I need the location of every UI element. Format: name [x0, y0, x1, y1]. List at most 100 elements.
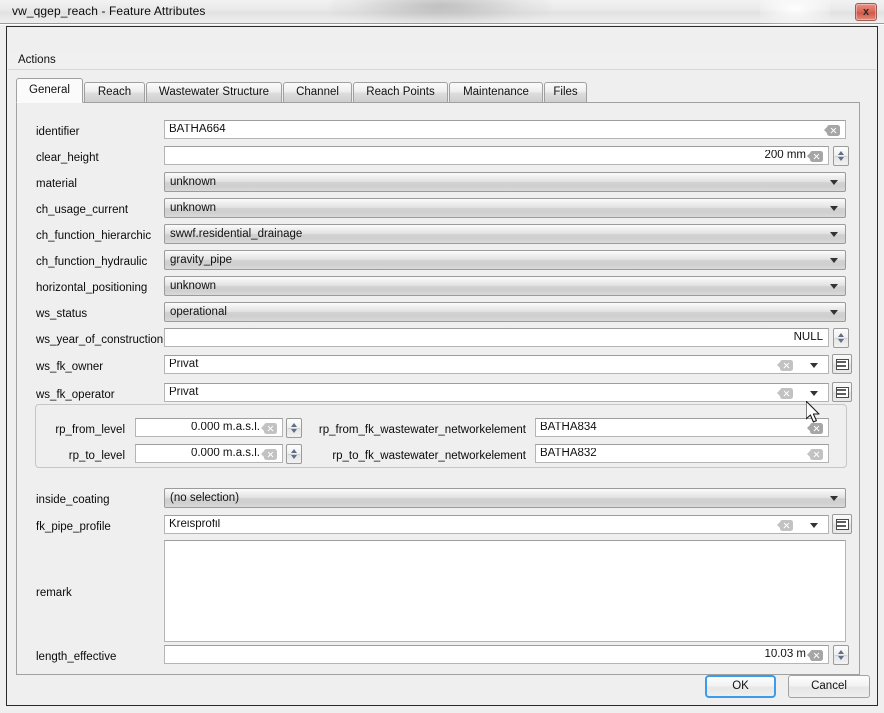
ws-fk-operator-input[interactable]: Privat — [164, 383, 829, 402]
label-clear-height: clear_height — [36, 152, 99, 164]
close-glyph: x — [862, 6, 870, 18]
tabbar: General Reach Wastewater Structure Chann… — [16, 78, 870, 103]
label-ws-year-of-construction: ws_year_of_construction — [36, 334, 164, 346]
menu-item-actions[interactable]: Actions — [14, 53, 60, 67]
ws-fk-owner-input[interactable]: Privat — [164, 355, 829, 374]
spinner-up-icon[interactable] — [837, 650, 844, 654]
clear-icon[interactable] — [806, 650, 823, 661]
identifier-input[interactable]: BATHA664 — [164, 120, 846, 139]
ws-fk-owner-value: Privat — [169, 359, 199, 370]
feature-attributes-window: vw_qgep_reach - Feature Attributes x Act… — [0, 0, 884, 713]
tab-reach[interactable]: Reach — [84, 82, 145, 102]
clear-icon[interactable] — [776, 360, 793, 371]
length-effective-spinner[interactable] — [833, 645, 849, 665]
window-title: vw_qgep_reach - Feature Attributes — [12, 4, 206, 18]
chevron-down-icon[interactable] — [810, 523, 818, 528]
ws-status-combobox[interactable]: operational — [164, 302, 846, 322]
length-effective-input[interactable]: 10.03 m — [164, 645, 829, 664]
clear-icon[interactable] — [806, 423, 823, 434]
rp-from-fk-wastewater-networkelement-value: BATHA834 — [540, 422, 597, 433]
spinner-down-icon[interactable] — [837, 656, 844, 660]
label-rp-to-fk-wastewater-networkelement: rp_to_fk_wastewater_networkelement — [332, 450, 526, 462]
fk-pipe-profile-value: Kreisprofil — [169, 519, 221, 530]
spinner-down-icon[interactable] — [837, 157, 844, 161]
inside-coating-combobox[interactable]: (no selection) — [164, 488, 846, 508]
material-value: unknown — [170, 176, 217, 188]
ws-year-of-construction-value: NULL — [793, 332, 823, 343]
spinner-up-icon[interactable] — [837, 151, 844, 155]
chevron-down-icon — [830, 232, 838, 237]
length-effective-value: 10.03 m — [764, 649, 806, 660]
rp-from-level-input[interactable]: 0.000 m.a.s.l. — [135, 418, 283, 437]
form-scroll-area: identifier BATHA664 clear_height 200 mm — [17, 103, 859, 674]
identifier-value: BATHA664 — [169, 124, 226, 135]
rp-to-fk-wastewater-networkelement-value: BATHA832 — [540, 448, 597, 459]
label-inside-coating: inside_coating — [36, 494, 110, 506]
spinner-up-icon[interactable] — [837, 333, 844, 337]
label-ws-status: ws_status — [36, 308, 88, 320]
label-identifier: identifier — [36, 126, 80, 138]
inside-coating-value: (no selection) — [170, 492, 240, 504]
spinner-down-icon[interactable] — [290, 429, 297, 433]
rp-to-level-input[interactable]: 0.000 m.a.s.l. — [135, 444, 283, 463]
rp-from-fk-wastewater-networkelement-input[interactable]: BATHA834 — [535, 418, 829, 437]
clear-height-spinner[interactable] — [833, 146, 849, 166]
tab-general[interactable]: General — [16, 78, 83, 103]
clear-icon[interactable] — [823, 125, 840, 136]
tab-page-general: identifier BATHA664 clear_height 200 mm — [16, 102, 860, 675]
tab-reach-points[interactable]: Reach Points — [353, 82, 448, 102]
horizontal-positioning-combobox[interactable]: unknown — [164, 276, 846, 296]
clear-icon[interactable] — [806, 151, 823, 162]
clear-height-input[interactable]: 200 mm — [164, 146, 829, 165]
horizontal-positioning-value: unknown — [170, 280, 217, 292]
ws-fk-owner-relation-form-icon[interactable] — [832, 354, 852, 374]
spinner-down-icon[interactable] — [837, 339, 844, 343]
ch-function-hydraulic-value: gravity_pipe — [170, 254, 233, 266]
ch-function-hierarchic-combobox[interactable]: swwf.residential_drainage — [164, 224, 846, 244]
ch-usage-current-combobox[interactable]: unknown — [164, 198, 846, 218]
clear-icon[interactable] — [260, 423, 277, 434]
ch-function-hierarchic-value: swwf.residential_drainage — [170, 228, 303, 240]
rp-from-level-value: 0.000 m.a.s.l. — [190, 422, 260, 433]
chevron-down-icon[interactable] — [810, 391, 818, 396]
label-length-effective: length_effective — [36, 651, 117, 663]
tab-channel[interactable]: Channel — [283, 82, 352, 102]
menubar: Actions — [8, 52, 876, 70]
material-combobox[interactable]: unknown — [164, 172, 846, 192]
ws-year-of-construction-input[interactable]: NULL — [164, 328, 829, 347]
label-material: material — [36, 178, 77, 190]
cancel-button[interactable]: Cancel — [788, 675, 870, 698]
fk-pipe-profile-input[interactable]: Kreisprofil — [164, 515, 829, 534]
rp-to-fk-wastewater-networkelement-input[interactable]: BATHA832 — [535, 444, 829, 463]
tab-files[interactable]: Files — [544, 82, 587, 102]
ws-fk-operator-relation-form-icon[interactable] — [832, 382, 852, 402]
rp-from-level-spinner[interactable] — [286, 418, 302, 438]
chevron-down-icon — [830, 258, 838, 263]
window-titlebar: vw_qgep_reach - Feature Attributes x — [0, 0, 884, 26]
clear-icon[interactable] — [260, 449, 277, 460]
spinner-down-icon[interactable] — [290, 455, 297, 459]
dialog-outer: Actions General Reach Wastewater Structu… — [0, 24, 884, 713]
tab-maintenance[interactable]: Maintenance — [449, 82, 543, 102]
label-ws-fk-operator: ws_fk_operator — [36, 389, 115, 401]
spinner-up-icon[interactable] — [290, 423, 297, 427]
close-icon[interactable]: x — [855, 3, 877, 21]
tab-wastewater-structure[interactable]: Wastewater Structure — [146, 82, 282, 102]
label-ws-fk-owner: ws_fk_owner — [36, 361, 104, 373]
chevron-down-icon[interactable] — [810, 363, 818, 368]
label-rp-from-fk-wastewater-networkelement: rp_from_fk_wastewater_networkelement — [318, 424, 526, 436]
rp-to-level-spinner[interactable] — [286, 444, 302, 464]
ws-year-of-construction-spinner[interactable] — [833, 328, 849, 348]
spinner-up-icon[interactable] — [290, 449, 297, 453]
ws-fk-operator-value: Privat — [169, 387, 199, 398]
fk-pipe-profile-relation-form-icon[interactable] — [832, 514, 852, 534]
label-ch-function-hierarchic: ch_function_hierarchic — [36, 230, 152, 242]
remark-textarea[interactable] — [164, 540, 846, 642]
ch-function-hydraulic-combobox[interactable]: gravity_pipe — [164, 250, 846, 270]
label-horizontal-positioning: horizontal_positioning — [36, 282, 148, 294]
clear-icon[interactable] — [806, 449, 823, 460]
clear-icon[interactable] — [776, 520, 793, 531]
ok-button[interactable]: OK — [705, 675, 776, 698]
clear-height-value: 200 mm — [764, 150, 806, 161]
clear-icon[interactable] — [776, 388, 793, 399]
